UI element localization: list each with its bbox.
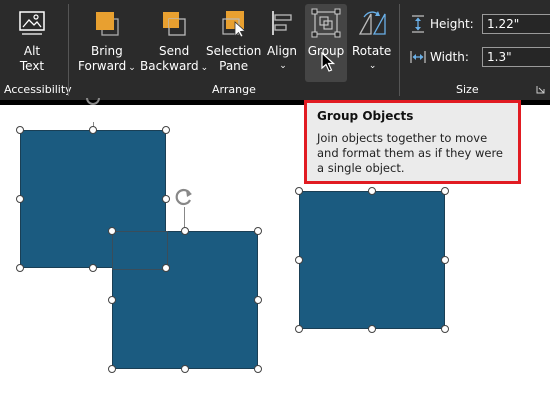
selection-pane-label-2: Pane — [219, 59, 249, 73]
align-button[interactable]: Align ⌄ — [264, 6, 300, 74]
height-icon — [412, 15, 424, 33]
rotate-button[interactable]: Rotate ⌄ — [352, 6, 391, 74]
resize-handle[interactable] — [368, 325, 376, 333]
square-shape-3[interactable] — [299, 191, 445, 329]
height-input[interactable]: 1.22" — [482, 14, 550, 34]
bring-forward-label-2: Forward — [78, 59, 127, 73]
selection-pane-icon — [216, 6, 252, 40]
resize-handle[interactable] — [16, 195, 24, 203]
chevron-down-icon: ⌄ — [368, 61, 377, 71]
resize-handle[interactable] — [108, 227, 116, 235]
resize-handle[interactable] — [295, 325, 303, 333]
bring-forward-label-1: Bring — [91, 44, 123, 58]
resize-handle[interactable] — [16, 126, 24, 134]
height-row: Height: 1.22" ▲▼ — [410, 14, 550, 34]
resize-handle[interactable] — [441, 325, 449, 333]
resize-handle[interactable] — [295, 187, 303, 195]
rotate-label: Rotate — [352, 44, 392, 58]
width-icon — [410, 51, 426, 63]
height-value: 1.22" — [487, 17, 520, 31]
group-icon — [308, 6, 344, 40]
resize-handle[interactable] — [254, 296, 262, 304]
send-backward-label-2: Backward — [140, 59, 199, 73]
bring-forward-icon — [89, 6, 125, 40]
send-backward-icon — [156, 6, 192, 40]
selection-pane-button[interactable]: Selection Pane — [206, 6, 261, 74]
tooltip-body: Join objects together to move and format… — [317, 131, 504, 175]
bring-forward-button[interactable]: Bring Forward ⌄ — [78, 6, 136, 76]
resize-handle[interactable] — [162, 264, 170, 272]
square-shape-2[interactable] — [112, 231, 258, 369]
resize-handle[interactable] — [89, 126, 97, 134]
divider — [399, 4, 400, 96]
resize-handle[interactable] — [162, 126, 170, 134]
resize-handle[interactable] — [295, 256, 303, 264]
resize-handle[interactable] — [162, 195, 170, 203]
alt-text-button[interactable]: Alt Text — [14, 6, 50, 74]
tooltip-title: Group Objects — [317, 109, 414, 123]
arrange-group-label: Arrange — [212, 83, 256, 96]
rotate-handle-icon[interactable] — [173, 186, 195, 208]
rotate-handle-icon[interactable] — [85, 98, 101, 106]
resize-handle[interactable] — [441, 256, 449, 264]
resize-handle[interactable] — [16, 264, 24, 272]
width-input[interactable]: 1.3" — [482, 47, 550, 67]
align-label: Align — [266, 44, 298, 58]
resize-handle[interactable] — [89, 264, 97, 272]
resize-handle[interactable] — [181, 227, 189, 235]
chevron-down-icon: ⌄ — [128, 63, 136, 73]
resize-handle[interactable] — [254, 365, 262, 373]
selection-pane-label-1: Selection — [206, 44, 262, 58]
alt-text-icon — [14, 6, 50, 40]
resize-handle[interactable] — [108, 365, 116, 373]
dialog-launcher-icon[interactable] — [536, 85, 545, 94]
resize-handle[interactable] — [108, 296, 116, 304]
rotate-icon — [354, 6, 390, 40]
cursor-arrow-icon — [321, 52, 335, 72]
alt-text-label-1: Alt — [23, 44, 41, 58]
height-label: Height: — [430, 17, 474, 31]
alt-text-label-2: Text — [19, 59, 45, 73]
width-label: Width: — [430, 50, 469, 64]
divider — [68, 4, 69, 96]
resize-handle[interactable] — [368, 187, 376, 195]
chevron-down-icon: ⌄ — [279, 61, 287, 71]
resize-handle[interactable] — [254, 227, 262, 235]
group-objects-tooltip: Group Objects Join objects together to m… — [304, 100, 521, 184]
resize-handle[interactable] — [441, 187, 449, 195]
send-backward-button[interactable]: Send Backward ⌄ — [140, 6, 208, 76]
align-icon — [264, 6, 300, 40]
width-row: Width: 1.3" ▲▼ — [410, 47, 550, 67]
accessibility-group-label: Accessibility — [4, 83, 72, 96]
ribbon: Alt Text Accessibility Bring Forward ⌄ Se… — [0, 0, 550, 100]
size-group-label: Size — [456, 83, 479, 96]
width-value: 1.3" — [487, 50, 512, 64]
resize-handle[interactable] — [181, 365, 189, 373]
send-backward-label-1: Send — [158, 44, 190, 58]
